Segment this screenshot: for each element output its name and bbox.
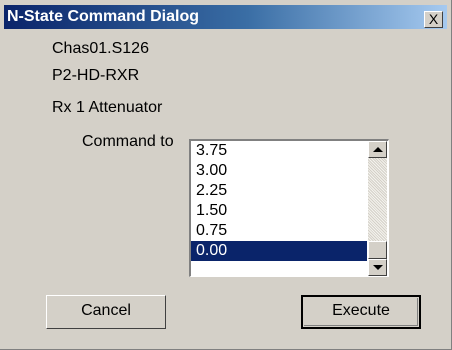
vertical-scrollbar[interactable] <box>368 141 387 276</box>
device-name-label: P2-HD-RXR <box>52 67 140 84</box>
scrollbar-thumb[interactable] <box>368 241 387 259</box>
close-button[interactable]: X <box>424 11 443 28</box>
execute-button-bevel <box>304 298 418 326</box>
title-bar[interactable]: N-State Command Dialog <box>4 5 447 29</box>
cancel-button[interactable]: Cancel <box>46 295 166 329</box>
parameter-name-label: Rx 1 Attenuator <box>52 99 163 116</box>
execute-button[interactable]: Execute <box>301 295 421 329</box>
n-state-command-dialog: N-State Command Dialog X Chas01.S126 P2-… <box>0 0 452 350</box>
scroll-up-arrow-icon <box>373 147 383 152</box>
scroll-down-arrow-icon <box>373 265 383 270</box>
list-item[interactable]: 0.75 <box>191 221 367 241</box>
list-item[interactable]: 3.75 <box>191 141 367 161</box>
chassis-slot-label: Chas01.S126 <box>52 40 149 57</box>
command-listbox[interactable]: 3.75 3.00 2.25 1.50 0.75 0.00 <box>189 139 389 277</box>
scroll-down-button[interactable] <box>368 259 387 276</box>
list-item[interactable]: 2.25 <box>191 181 367 201</box>
list-item[interactable]: 1.50 <box>191 201 367 221</box>
close-icon: X <box>428 11 439 27</box>
list-item-selected[interactable]: 0.00 <box>191 241 367 261</box>
dialog-title: N-State Command Dialog <box>7 8 200 25</box>
command-options-list: 3.75 3.00 2.25 1.50 0.75 0.00 <box>191 141 367 261</box>
command-to-label: Command to <box>82 133 174 150</box>
scroll-up-button[interactable] <box>368 141 387 158</box>
list-item[interactable]: 3.00 <box>191 161 367 181</box>
